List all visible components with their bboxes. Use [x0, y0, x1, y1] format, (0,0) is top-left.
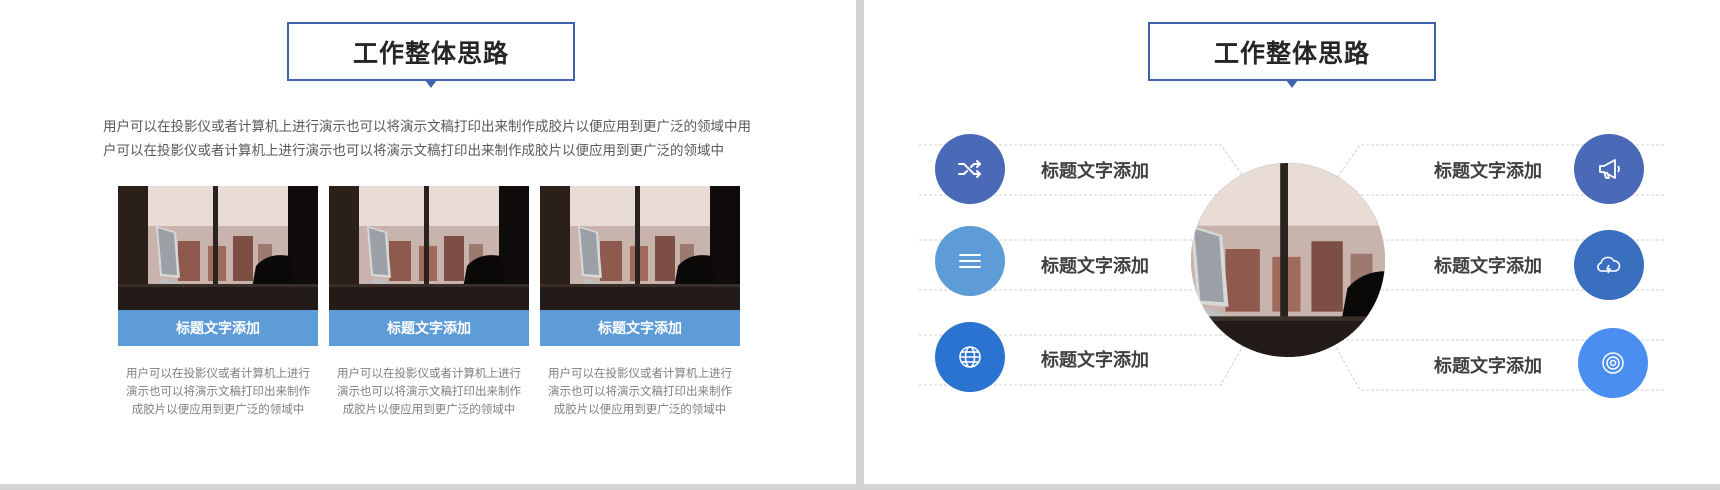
office-photo	[329, 186, 529, 310]
globe-icon	[959, 346, 981, 368]
shuffle-icon	[958, 160, 982, 178]
menu-icon	[959, 254, 981, 268]
intro-paragraph: 用户可以在投影仪或者计算机上进行演示也可以将演示文稿打印出来制作成胶片以便应用到…	[103, 119, 751, 159]
feature-label: 标题文字添加	[1434, 256, 1542, 277]
title-pointer	[425, 80, 437, 88]
center-photo	[1191, 163, 1385, 357]
left-slide: 工作整体思路 用户可以在投影仪或者计算机上进行演示也可以将演示文稿打印出来制作成…	[0, 0, 856, 484]
image-card: 标题文字添加 用户可以在投影仪或者计算机上进行演示也可以将演示文稿打印出来制作成…	[329, 186, 529, 418]
feature-label: 标题文字添加	[1434, 161, 1542, 182]
image-card: 标题文字添加 用户可以在投影仪或者计算机上进行演示也可以将演示文稿打印出来制作成…	[540, 186, 740, 418]
card-caption: 标题文字添加	[329, 310, 529, 346]
feature-circle	[1578, 328, 1648, 398]
card-description: 用户可以在投影仪或者计算机上进行演示也可以将演示文稿打印出来制作成胶片以便应用到…	[337, 366, 521, 416]
feature-circle	[1574, 230, 1644, 300]
feature-circle	[1574, 134, 1644, 204]
office-photo	[1191, 163, 1385, 357]
feature-circle	[935, 226, 1005, 296]
target-icon	[1602, 352, 1624, 374]
cloud-icon	[1597, 256, 1621, 274]
feature-label: 标题文字添加	[1434, 356, 1542, 377]
image-card: 标题文字添加 用户可以在投影仪或者计算机上进行演示也可以将演示文稿打印出来制作成…	[118, 186, 318, 418]
slide-title: 工作整体思路	[287, 22, 575, 81]
card-description: 用户可以在投影仪或者计算机上进行演示也可以将演示文稿打印出来制作成胶片以便应用到…	[126, 366, 310, 416]
card-caption: 标题文字添加	[540, 310, 740, 346]
office-photo	[540, 186, 740, 310]
card-caption: 标题文字添加	[118, 310, 318, 346]
office-photo	[118, 186, 318, 310]
feature-label: 标题文字添加	[1041, 350, 1149, 371]
right-slide: 工作整体思路 标题文字添加 标题文字添加 标题文字添加 标题文字添加 标题文字添…	[864, 0, 1720, 484]
megaphone-icon	[1599, 159, 1620, 179]
feature-label: 标题文字添加	[1041, 256, 1149, 277]
card-description: 用户可以在投影仪或者计算机上进行演示也可以将演示文稿打印出来制作成胶片以便应用到…	[548, 366, 732, 416]
feature-circle	[935, 322, 1005, 392]
feature-label: 标题文字添加	[1041, 161, 1149, 182]
feature-circle	[935, 134, 1005, 204]
